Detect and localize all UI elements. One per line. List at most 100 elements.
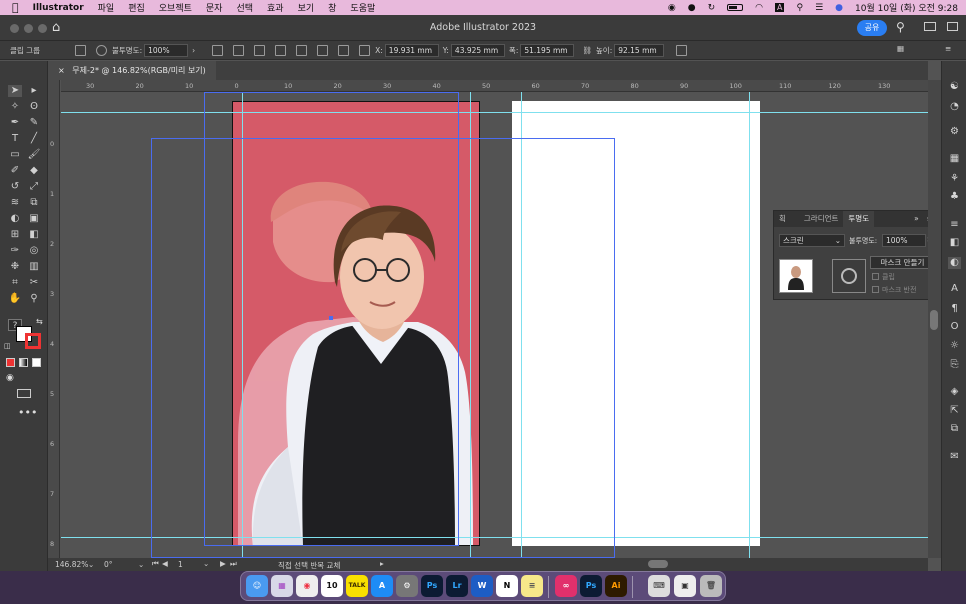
panel-collapse-icon[interactable]: » (910, 211, 923, 227)
canvas-area[interactable] (61, 92, 928, 558)
apple-menu-icon[interactable]:  (0, 1, 26, 14)
creative-cloud-icon[interactable]: ∞ (555, 575, 577, 597)
menu-help[interactable]: 도움말 (343, 1, 382, 14)
align-center-h-icon[interactable] (254, 44, 266, 56)
artboard-tool-icon[interactable]: ⌗ (8, 277, 22, 289)
mask-thumbnail[interactable] (832, 259, 866, 293)
paintbrush-tool-icon[interactable]: 🖌 (27, 149, 41, 161)
make-mask-button[interactable]: 마스크 만들기 (870, 256, 935, 269)
export-panel-icon[interactable]: ⇱ (948, 405, 961, 417)
workspace-switcher-icon[interactable] (924, 22, 936, 31)
zoom-level[interactable]: 146.82% (55, 560, 88, 569)
sync-status-icon[interactable]: ↻ (708, 3, 716, 13)
guide-horizontal-top[interactable] (61, 112, 928, 113)
calendar-icon[interactable]: 10 (321, 575, 343, 597)
comments-panel-icon[interactable]: ✉ (948, 451, 961, 463)
lightroom-icon[interactable]: Lr (446, 575, 468, 597)
gradient-panel-icon[interactable]: ◧ (948, 237, 961, 249)
mask-rectangle-outline[interactable] (151, 138, 615, 558)
blend-tool-icon[interactable]: ◎ (27, 245, 41, 257)
pen-tool-icon[interactable]: ✒ (8, 117, 22, 129)
illustrator-icon[interactable]: Ai (605, 575, 627, 597)
x-field[interactable]: 19.931 mm (384, 43, 439, 57)
tab-gradient[interactable]: 그라디언트 (799, 211, 844, 227)
brushes-panel-icon[interactable]: ⚘ (948, 173, 961, 185)
share-button[interactable]: 공유 (857, 20, 887, 36)
lasso-tool-icon[interactable]: ʘ (27, 101, 41, 113)
color-mode-icon[interactable] (6, 358, 15, 367)
tab-stroke[interactable]: 획 (774, 211, 791, 227)
type-tool-icon[interactable]: T (8, 133, 22, 145)
eraser-tool-icon[interactable]: ◆ (27, 165, 41, 177)
keyboard-viewer-icon[interactable]: ⌨ (648, 575, 670, 597)
stroke-swatch[interactable] (25, 333, 41, 349)
layers-panel-icon[interactable]: ◈ (948, 386, 961, 398)
artboards-panel-icon[interactable]: ⧉ (948, 423, 961, 435)
input-source-icon[interactable]: A (775, 3, 785, 12)
panel-opacity-field[interactable]: 100% (882, 234, 926, 247)
rotate-tool-icon[interactable]: ↺ (8, 181, 22, 193)
rotation-dropdown-icon[interactable]: ⌄ (138, 560, 144, 569)
shaper-tool-icon[interactable]: ✐ (8, 165, 22, 177)
photoshop-icon[interactable]: Ps (421, 575, 443, 597)
free-transform-tool-icon[interactable]: ⧉ (27, 197, 41, 209)
none-mode-icon[interactable] (32, 358, 41, 367)
artboard-dropdown-icon[interactable]: ⌄ (203, 559, 209, 568)
panel-toggle-icon[interactable] (947, 22, 958, 31)
scroll-thumb[interactable] (930, 310, 938, 330)
adjust-panel-icon[interactable]: ⚙ (948, 126, 961, 138)
properties-panel-icon[interactable]: ☯ (948, 81, 961, 93)
align-to-icon[interactable] (212, 44, 224, 56)
app-store-icon[interactable]: A (371, 575, 393, 597)
status-menu-icon[interactable]: ▸ (380, 559, 384, 568)
opentype-panel-icon[interactable]: O (948, 321, 961, 333)
menu-select[interactable]: 선택 (229, 1, 260, 14)
menu-object[interactable]: 오브젝트 (152, 1, 199, 14)
launchpad-icon[interactable]: ▦ (271, 575, 293, 597)
swap-fill-stroke-icon[interactable]: ⇆ (36, 317, 43, 326)
magic-wand-tool-icon[interactable]: ✧ (8, 101, 22, 113)
zoom-dropdown-icon[interactable]: ⌄ (88, 560, 94, 569)
app-menu[interactable]: Illustrator (26, 3, 91, 13)
opacity-field[interactable]: 100% (144, 43, 189, 57)
live-paint-tool-icon[interactable]: ▣ (27, 213, 41, 225)
scale-tool-icon[interactable]: ⤢ (27, 181, 41, 193)
last-artboard-icon[interactable]: ⏭ (230, 559, 237, 569)
height-field[interactable]: 92.15 mm (614, 43, 665, 57)
artboard-number[interactable]: 1 (178, 560, 183, 569)
menu-type[interactable]: 문자 (199, 1, 230, 14)
menu-view[interactable]: 보기 (291, 1, 322, 14)
transparency-panel-icon[interactable]: ◐ (948, 257, 961, 269)
draw-mode-icon[interactable]: ◉ (6, 373, 14, 383)
align-right-icon[interactable] (275, 44, 287, 56)
symbol-sprayer-tool-icon[interactable]: ❉ (8, 261, 22, 273)
align-bottom-icon[interactable] (338, 44, 350, 56)
document-tab[interactable]: × 무제-2* @ 146.82%(RGB/미리 보기) (48, 61, 216, 80)
menu-file[interactable]: 파일 (91, 1, 122, 14)
mesh-tool-icon[interactable]: ⊞ (8, 229, 22, 241)
vertical-ruler[interactable]: 0123456789 (48, 80, 60, 598)
warp-tool-icon[interactable]: ≋ (8, 197, 22, 209)
gradient-mode-icon[interactable] (19, 358, 28, 367)
close-tab-icon[interactable]: × (58, 66, 65, 75)
y-field[interactable]: 43.925 mm (450, 43, 505, 57)
slice-tool-icon[interactable]: ✂ (27, 277, 41, 289)
kakaotalk-icon[interactable]: TALK (346, 575, 368, 597)
preview-icon[interactable]: ▣ (674, 575, 696, 597)
clip-checkbox[interactable] (872, 273, 879, 280)
control-center-icon[interactable]: ☰ (815, 3, 823, 13)
arrange-docs-icon[interactable]: ▦ (897, 44, 904, 53)
rotation-value[interactable]: 0° (104, 560, 113, 569)
rectangle-tool-icon[interactable]: ▭ (8, 149, 22, 161)
paragraph-panel-icon[interactable]: ¶ (948, 303, 961, 315)
prev-artboard-icon[interactable]: ◀ (162, 559, 168, 568)
align-left-icon[interactable] (233, 44, 245, 56)
next-artboard-icon[interactable]: ▶ (220, 559, 226, 568)
word-icon[interactable]: W (471, 575, 493, 597)
notion-icon[interactable]: N (496, 575, 518, 597)
line-tool-icon[interactable]: ╱ (27, 133, 41, 145)
direct-selection-tool-icon[interactable]: ▸ (27, 85, 41, 97)
photoshop-recent-icon[interactable]: Ps (580, 575, 602, 597)
menubar-clock[interactable]: 10월 10일 (화) 오전 9:28 (855, 1, 958, 14)
reference-point-icon[interactable] (359, 44, 371, 56)
